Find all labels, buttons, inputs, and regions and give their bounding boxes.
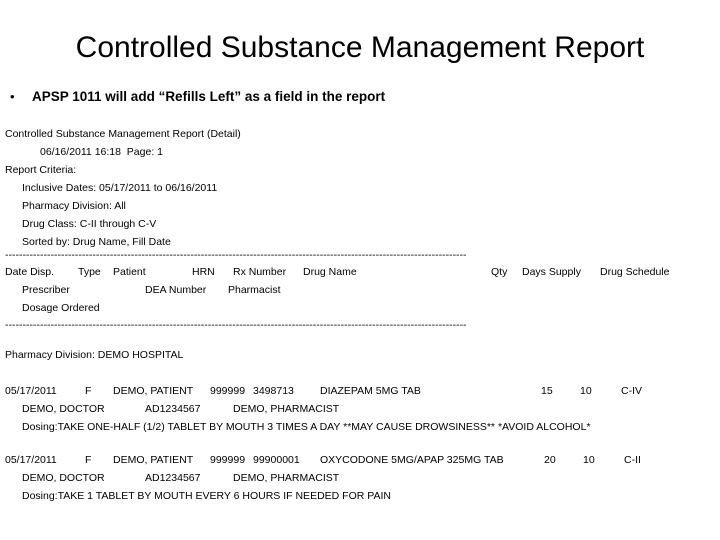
bullet-list-item: • APSP 1011 will add “Refills Left” as a… bbox=[10, 88, 710, 106]
record-type: F bbox=[85, 454, 92, 466]
bullet-point-icon: • bbox=[10, 89, 15, 104]
record-patient: DEMO, PATIENT bbox=[113, 454, 194, 466]
record-drug-name: DIAZEPAM 5MG TAB bbox=[320, 385, 421, 397]
record-rx-number: 99900001 bbox=[253, 454, 300, 466]
separator-rule-bottom: ----------------------------------------… bbox=[5, 320, 467, 330]
report-run-stamp: 06/16/2011 16:18 Page: 1 bbox=[40, 146, 163, 158]
record-days-supply: 10 bbox=[580, 385, 592, 397]
column-header-days-supply: Days Supply bbox=[522, 266, 581, 278]
separator-rule-top: ----------------------------------------… bbox=[5, 250, 467, 260]
slide-canvas: Controlled Substance Management Report •… bbox=[0, 0, 720, 540]
record-qty: 20 bbox=[544, 454, 556, 466]
record-patient: DEMO, PATIENT bbox=[113, 385, 194, 397]
record-date-disp: 05/17/2011 bbox=[5, 454, 57, 466]
column-header-prescriber: Prescriber bbox=[22, 284, 70, 296]
record-prescriber: DEMO, DOCTOR bbox=[22, 403, 105, 415]
column-header-hrn: HRN bbox=[192, 266, 215, 278]
column-header-drug-schedule: Drug Schedule bbox=[600, 266, 670, 278]
report-criteria-inclusive-dates: Inclusive Dates: 05/17/2011 to 06/16/201… bbox=[22, 182, 218, 194]
record-drug-schedule: C-II bbox=[624, 454, 641, 466]
record-date-disp: 05/17/2011 bbox=[5, 385, 57, 397]
record-dea-number: AD1234567 bbox=[145, 472, 201, 484]
report-heading: Controlled Substance Management Report (… bbox=[5, 128, 241, 140]
column-header-date-disp: Date Disp. bbox=[5, 266, 55, 278]
report-criteria-label: Report Criteria: bbox=[5, 164, 77, 176]
record-hrn: 999999 bbox=[210, 454, 246, 466]
column-header-pharmacist: Pharmacist bbox=[228, 284, 281, 296]
record-prescriber: DEMO, DOCTOR bbox=[22, 472, 105, 484]
record-pharmacist: DEMO, PHARMACIST bbox=[233, 472, 340, 484]
report-criteria-drug-class: Drug Class: C-II through C-V bbox=[22, 218, 157, 230]
report-criteria-pharmacy-division: Pharmacy Division: All bbox=[22, 200, 126, 212]
report-criteria-sorted-by: Sorted by: Drug Name, Fill Date bbox=[22, 236, 171, 248]
column-header-qty: Qty bbox=[491, 266, 508, 278]
record-dosing: Dosing:TAKE 1 TABLET BY MOUTH EVERY 6 HO… bbox=[22, 490, 391, 502]
record-drug-schedule: C-IV bbox=[621, 385, 642, 397]
record-type: F bbox=[85, 385, 92, 397]
column-header-patient: Patient bbox=[113, 266, 146, 278]
record-days-supply: 10 bbox=[583, 454, 595, 466]
column-header-rx-number: Rx Number bbox=[233, 266, 287, 278]
column-header-type: Type bbox=[78, 266, 101, 278]
column-header-dosage-ordered: Dosage Ordered bbox=[22, 302, 100, 314]
column-header-dea-number: DEA Number bbox=[145, 284, 207, 296]
pharmacy-division-group-header: Pharmacy Division: DEMO HOSPITAL bbox=[5, 349, 184, 361]
record-pharmacist: DEMO, PHARMACIST bbox=[233, 403, 340, 415]
record-hrn: 999999 bbox=[210, 385, 246, 397]
record-dea-number: AD1234567 bbox=[145, 403, 201, 415]
record-qty: 15 bbox=[541, 385, 553, 397]
bullet-item-label: APSP 1011 will add “Refills Left” as a f… bbox=[32, 89, 386, 104]
record-drug-name: OXYCODONE 5MG/APAP 325MG TAB bbox=[320, 454, 504, 466]
column-header-drug-name: Drug Name bbox=[303, 266, 357, 278]
record-dosing: Dosing:TAKE ONE-HALF (1/2) TABLET BY MOU… bbox=[22, 421, 591, 433]
report-body: Controlled Substance Management Report (… bbox=[0, 126, 720, 536]
page-title: Controlled Substance Management Report bbox=[75, 31, 645, 64]
record-rx-number: 3498713 bbox=[253, 385, 294, 397]
